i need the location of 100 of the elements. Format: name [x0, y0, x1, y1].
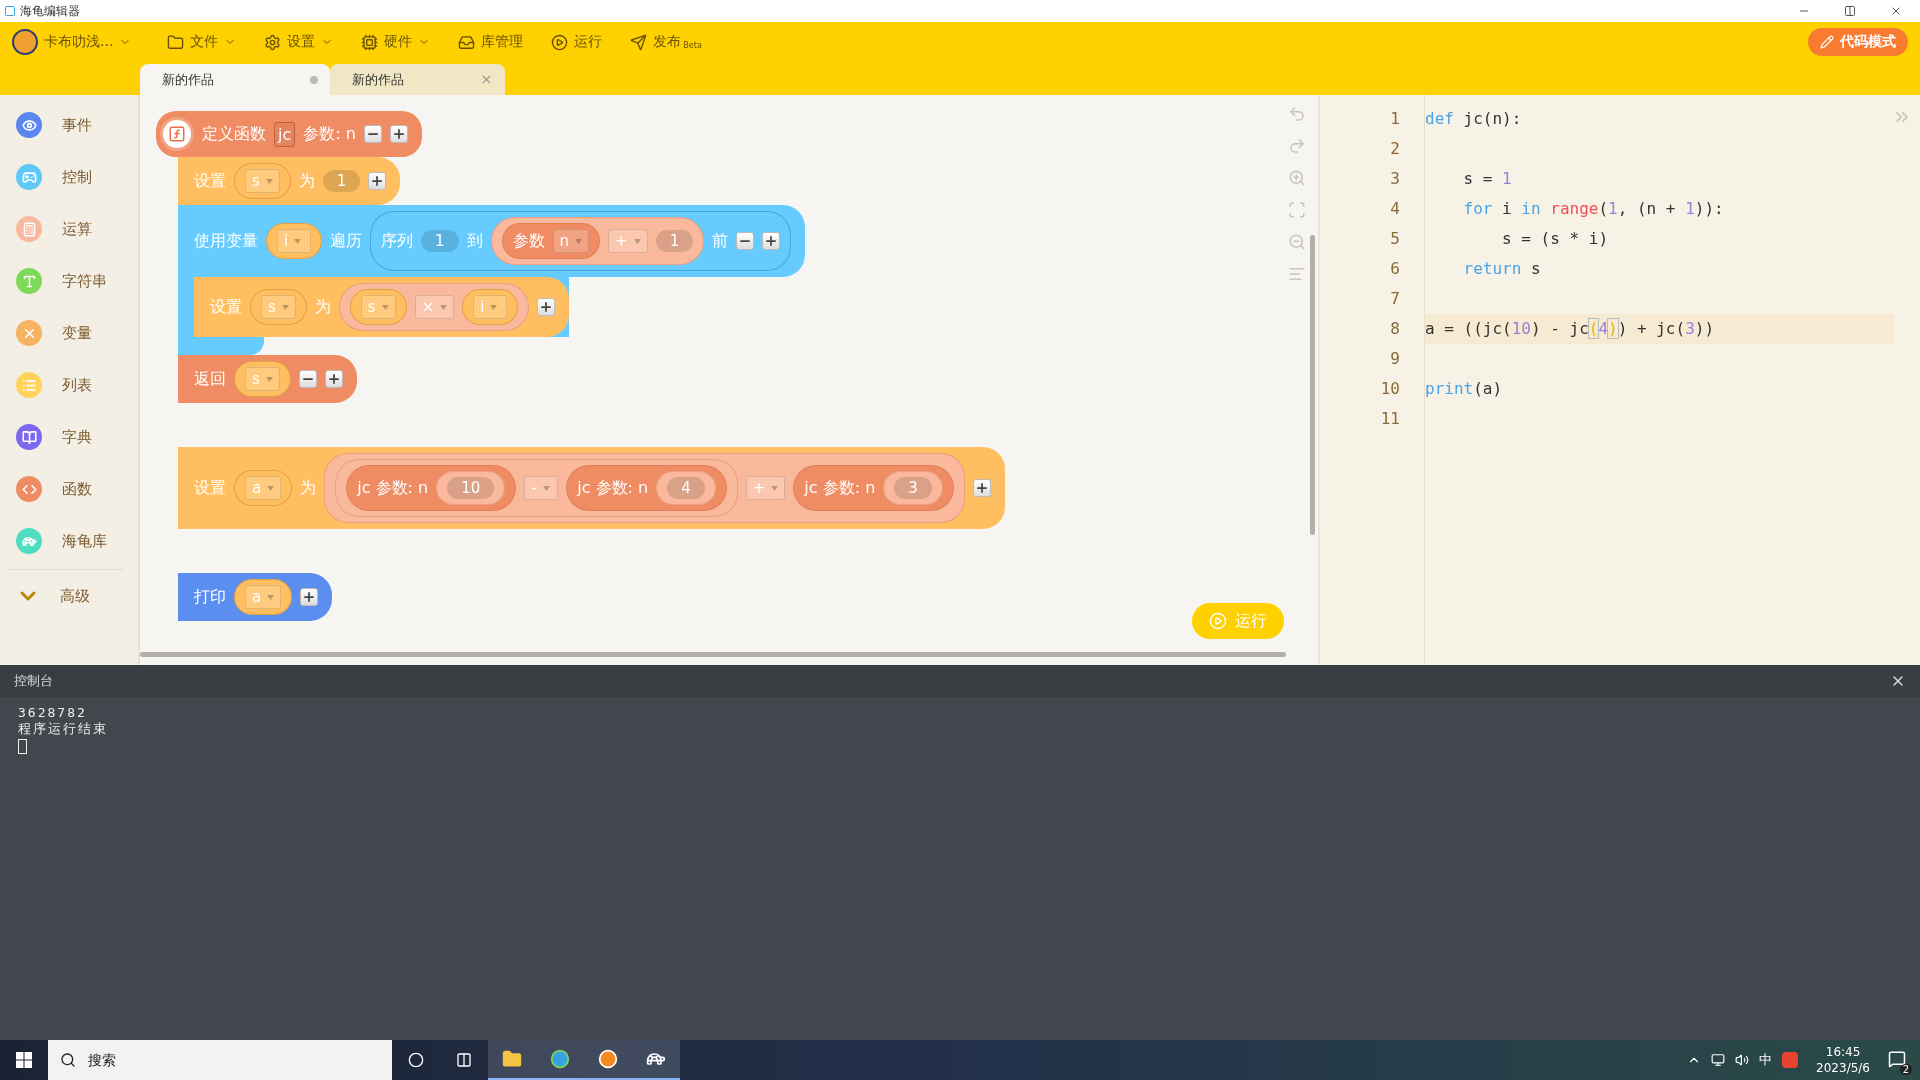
- block-label: 遍历: [330, 230, 362, 252]
- block-label: 为: [298, 170, 315, 192]
- plus-button[interactable]: [368, 172, 387, 190]
- plus-button[interactable]: [762, 232, 781, 250]
- operator-dropdown[interactable]: -: [524, 476, 559, 500]
- plus-button[interactable]: [972, 479, 991, 497]
- category-item[interactable]: 字符串: [0, 255, 138, 307]
- category-item[interactable]: 事件: [0, 99, 138, 151]
- console-output: 3628782: [18, 705, 87, 721]
- unsaved-dot: [310, 75, 318, 84]
- block-label: jc 参数: n: [357, 477, 429, 499]
- operator-dropdown[interactable]: +: [745, 476, 786, 500]
- play-icon: [1209, 612, 1227, 630]
- category-item[interactable]: 海龟库: [0, 515, 138, 567]
- menu-icon: [264, 33, 282, 51]
- caret-icon: [265, 376, 273, 382]
- notification-count: 2: [1899, 1063, 1912, 1075]
- minus-button[interactable]: [736, 232, 755, 250]
- plus-icon: [391, 127, 406, 141]
- variable-dropdown[interactable]: i: [473, 295, 508, 319]
- line-number: 9: [1389, 348, 1400, 370]
- block-label: jc 参数: n: [577, 477, 649, 499]
- code-mode-button[interactable]: 代码模式: [1808, 28, 1908, 56]
- code-line: for i in range(1, (n + 1)):: [1462, 198, 1725, 220]
- line-number: 10: [1379, 378, 1400, 400]
- file-tab[interactable]: 新的作品: [140, 64, 330, 95]
- file-tab[interactable]: 新的作品: [330, 64, 505, 95]
- caret-icon: [267, 594, 275, 600]
- menu-item[interactable]: 库管理: [458, 33, 524, 51]
- search-field[interactable]: 搜索: [48, 1040, 392, 1080]
- category-item[interactable]: 变量: [0, 307, 138, 359]
- category-item[interactable]: 控制: [0, 151, 138, 203]
- pencil-icon: [1820, 35, 1834, 49]
- caret-icon: [575, 238, 583, 244]
- line-number: 8: [1389, 318, 1400, 340]
- run-button[interactable]: 运行: [1192, 603, 1284, 639]
- input-method[interactable]: 中: [1759, 1051, 1773, 1069]
- operator-dropdown[interactable]: +: [608, 229, 648, 253]
- caret-icon: [294, 238, 302, 244]
- folder-icon[interactable]: [488, 1040, 536, 1080]
- menu-item[interactable]: 运行: [551, 33, 603, 51]
- number-field[interactable]: 3: [894, 477, 932, 499]
- block-label: 打印: [194, 586, 226, 608]
- variable-dropdown[interactable]: s: [245, 169, 280, 193]
- network-icon[interactable]: [1711, 1053, 1726, 1067]
- variable-dropdown[interactable]: a: [245, 476, 282, 500]
- variable-dropdown[interactable]: a: [245, 585, 282, 609]
- plus-icon: [326, 372, 341, 386]
- menu-item[interactable]: 文件: [167, 33, 237, 51]
- close-icon[interactable]: [1890, 5, 1902, 17]
- caret-icon: [265, 178, 273, 184]
- line-number: 2: [1389, 138, 1400, 160]
- plus-button[interactable]: [324, 370, 343, 388]
- minus-button[interactable]: [363, 125, 382, 143]
- input-method-icon[interactable]: [1782, 1052, 1799, 1068]
- avatar: [12, 29, 38, 55]
- scrollbar[interactable]: [1310, 235, 1315, 535]
- variable-dropdown[interactable]: i: [277, 229, 311, 253]
- block-label: 前: [712, 230, 729, 252]
- user-menu[interactable]: 卡布叻浅...: [12, 29, 132, 55]
- restore-icon[interactable]: [1844, 5, 1856, 17]
- operator-dropdown[interactable]: ×: [414, 295, 455, 319]
- category-item[interactable]: 函数: [0, 463, 138, 515]
- code-line: print(a): [1425, 378, 1504, 400]
- search-icon: [60, 1052, 76, 1068]
- number-field[interactable]: 10: [447, 477, 495, 499]
- line-number: 6: [1389, 258, 1400, 280]
- plus-button[interactable]: [300, 588, 319, 606]
- number-field[interactable]: 1: [655, 230, 694, 252]
- scrollbar[interactable]: [140, 652, 1286, 657]
- block-label: 定义函数: [202, 123, 266, 145]
- operator-dropdown[interactable]: n: [552, 229, 590, 253]
- variable-dropdown[interactable]: s: [245, 367, 280, 391]
- console-output: 程序运行结束: [18, 721, 108, 737]
- number-field[interactable]: 1: [421, 230, 459, 252]
- plus-button[interactable]: [389, 125, 408, 143]
- menu-item[interactable]: 硬件: [361, 33, 431, 51]
- app-icon[interactable]: [632, 1040, 680, 1080]
- category-item[interactable]: 列表: [0, 359, 138, 411]
- block-label: jc 参数: n: [804, 477, 876, 499]
- volume-icon[interactable]: [1735, 1053, 1750, 1067]
- menu-icon: [167, 33, 185, 51]
- clock[interactable]: 16:45 2023/5/6: [1816, 1044, 1870, 1076]
- category-item[interactable]: 字典: [0, 411, 138, 463]
- minus-button[interactable]: [298, 370, 317, 388]
- number-field[interactable]: 1: [322, 170, 361, 192]
- plus-button[interactable]: [537, 298, 556, 316]
- variable-dropdown[interactable]: s: [261, 295, 296, 319]
- block-label: 使用变量: [194, 230, 258, 252]
- menu-icon: [551, 33, 569, 51]
- variable-dropdown[interactable]: s: [360, 295, 396, 319]
- number-field[interactable]: 4: [667, 477, 705, 499]
- plus-icon: [302, 590, 317, 604]
- menu-item[interactable]: 设置: [264, 33, 334, 51]
- plus-icon: [539, 300, 554, 314]
- function-name-field[interactable]: jc: [274, 121, 296, 147]
- code-line: s = 1: [1462, 168, 1513, 190]
- category-item[interactable]: 运算: [0, 203, 138, 255]
- menu-icon: [630, 33, 648, 51]
- advanced-toggle[interactable]: 高级: [0, 570, 138, 622]
